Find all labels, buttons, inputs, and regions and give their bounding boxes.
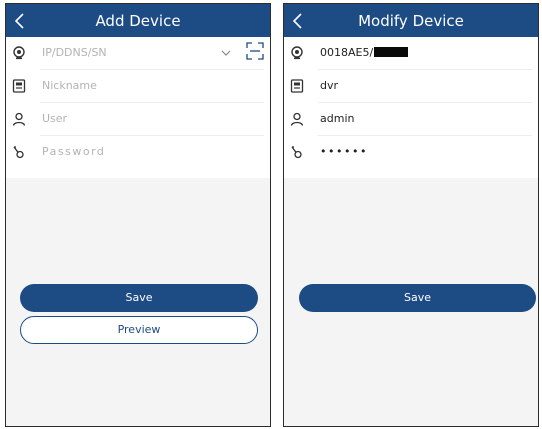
add-device-screen: Add Device IP/DDNS/SN Nickname User Pass… — [5, 3, 271, 427]
key-icon — [291, 146, 302, 159]
camera-icon — [13, 46, 25, 60]
preview-button[interactable]: Preview — [20, 316, 258, 344]
person-icon — [12, 112, 26, 126]
chevron-down-icon[interactable] — [220, 48, 232, 58]
navbar: Modify Device — [284, 4, 538, 37]
user-placeholder: User — [42, 112, 68, 125]
address-field[interactable]: IP/DDNS/SN — [6, 37, 270, 70]
camera-icon — [291, 46, 303, 60]
page-title: Add Device — [95, 12, 181, 30]
qr-scan-icon[interactable] — [246, 42, 264, 60]
nickname-field[interactable]: Nickname — [6, 70, 270, 103]
nickname-value: dvr — [320, 79, 339, 92]
redaction-bar — [374, 47, 409, 57]
user-field[interactable]: admin — [284, 103, 538, 136]
address-value: 0018AE5/ — [320, 46, 409, 59]
device-form: IP/DDNS/SN Nickname User Password — [6, 37, 270, 178]
device-card-icon — [12, 79, 26, 93]
key-icon — [13, 146, 24, 159]
user-field[interactable]: User — [6, 103, 270, 136]
nickname-field[interactable]: dvr — [284, 70, 538, 103]
address-value-text: 0018AE5/ — [320, 46, 374, 59]
person-icon — [290, 112, 304, 126]
save-button[interactable]: Save — [299, 284, 536, 312]
user-value: admin — [320, 112, 355, 125]
password-field[interactable]: •••••• — [284, 136, 538, 169]
address-placeholder: IP/DDNS/SN — [42, 46, 107, 59]
password-value: •••••• — [320, 145, 368, 158]
modify-device-screen: Modify Device 0018AE5/ dvr admin •••••• … — [283, 3, 539, 427]
navbar: Add Device — [6, 4, 270, 37]
page-title: Modify Device — [358, 12, 464, 30]
save-button[interactable]: Save — [20, 284, 258, 312]
address-field[interactable]: 0018AE5/ — [284, 37, 538, 70]
device-form: 0018AE5/ dvr admin •••••• — [284, 37, 538, 178]
password-placeholder: Password — [42, 145, 106, 158]
password-field[interactable]: Password — [6, 136, 270, 169]
device-card-icon — [290, 79, 304, 93]
nickname-placeholder: Nickname — [42, 79, 97, 92]
